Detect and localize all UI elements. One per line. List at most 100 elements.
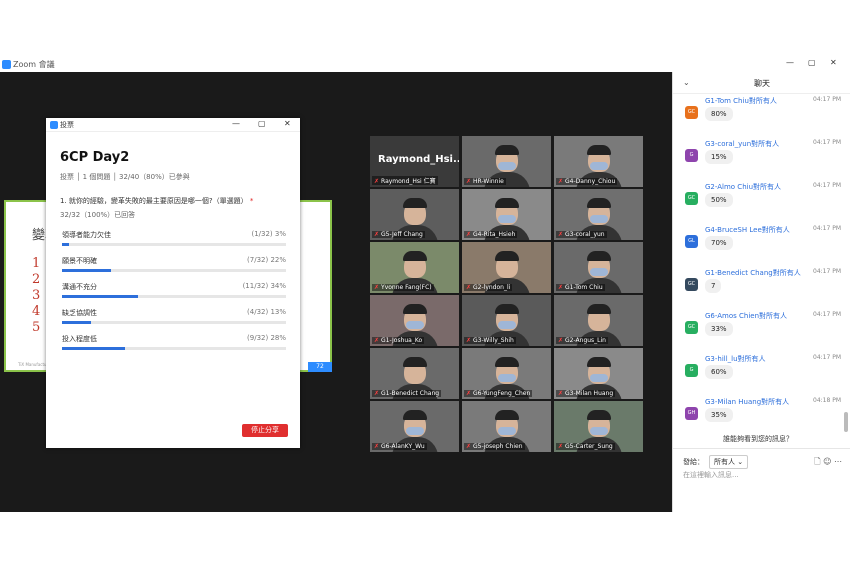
participant-hair — [587, 145, 611, 155]
video-tile[interactable]: ✗ G6-AlanKY_Wu — [370, 401, 459, 452]
video-tile[interactable]: ✗ G3-coral_yun — [554, 189, 643, 240]
slide-number: 3 — [32, 288, 41, 303]
video-tile[interactable]: Raymond_Hsi... ✗ Raymond_Hsi 仁寶 — [370, 136, 459, 187]
face-mask — [590, 268, 608, 276]
poll-minimize-button[interactable]: — — [232, 119, 240, 128]
poll-option-bar — [62, 269, 286, 272]
participant-hair — [495, 357, 519, 367]
avatar: GL — [685, 235, 698, 248]
participant-name-text: G2-lyndon_li — [473, 284, 511, 291]
participant-name: ✗ G2-Angus_Lin — [556, 337, 608, 344]
participant-name: ✗ Yvonne Fang(FC) — [372, 284, 434, 291]
poll-option: 溝通不充分 (11/32) 34% — [60, 282, 286, 306]
participant-hair — [587, 304, 611, 314]
chat-message: GC G1-Benedict Chang對所有人 04:17 PM 7 — [683, 268, 847, 308]
video-tile[interactable]: ✗ G1-Benedict Chang — [370, 348, 459, 399]
video-tile[interactable]: ✗ Yvonne Fang(FC) — [370, 242, 459, 293]
mic-muted-icon: ✗ — [558, 231, 564, 238]
slide-page-badge: 72 — [308, 362, 332, 372]
message-sender[interactable]: G3-coral_yun對所有人 — [705, 139, 779, 149]
message-text: 60% — [705, 365, 733, 379]
chat-scrollbar[interactable] — [844, 412, 848, 432]
chat-message: GL G4-BruceSH Lee對所有人 04:17 PM 70% — [683, 225, 847, 265]
message-sender[interactable]: G1-Tom Chiu對所有人 — [705, 96, 777, 106]
video-tile[interactable]: ✗ G1-Tom Chiu — [554, 242, 643, 293]
message-text: 15% — [705, 150, 733, 164]
poll-option-fill — [62, 243, 69, 246]
participant-hair — [587, 357, 611, 367]
app-title: Zoom 會議 — [13, 60, 55, 69]
poll-answered: 32/32（100%）已回答 — [60, 211, 136, 219]
participant-name: ✗ G3-Willy_Shih — [464, 337, 516, 344]
stop-share-button[interactable]: 停止分享 — [242, 424, 288, 437]
message-time: 04:17 PM — [813, 311, 841, 318]
participant-name: ✗ G2-lyndon_li — [464, 284, 513, 291]
message-sender[interactable]: G3-Milan Huang對所有人 — [705, 397, 789, 407]
message-sender[interactable]: G4-BruceSH Lee對所有人 — [705, 225, 790, 235]
video-tile[interactable]: ✗ G1-Joshua_Ko — [370, 295, 459, 346]
mic-muted-icon: ✗ — [374, 443, 380, 450]
participant-name: ✗ G5-joseph Chien — [464, 443, 525, 450]
participant-name-text: G1-Benedict Chang — [381, 390, 440, 397]
face-mask — [406, 427, 424, 435]
video-tile[interactable]: ✗ G4-Rita_Hsieh — [462, 189, 551, 240]
participant-hair — [403, 198, 427, 208]
video-tile[interactable]: ✗ G3-Milan Huang — [554, 348, 643, 399]
close-button[interactable]: ✕ — [830, 58, 837, 67]
avatar: GH — [685, 407, 698, 420]
poll-question-text: 1. 就你的經驗，變革失敗的最主要原因是哪一個?（單選題） — [60, 197, 248, 205]
avatar: GC — [685, 192, 698, 205]
video-tile[interactable]: ✗ G2-lyndon_li — [462, 242, 551, 293]
video-tile[interactable]: ✗ HR-Winnie — [462, 136, 551, 187]
video-tile[interactable]: ✗ G5-joseph Chien — [462, 401, 551, 452]
poll-option-value: (11/32) 34% — [242, 282, 286, 290]
poll-option-fill — [62, 269, 112, 272]
participant-name: ✗ G1-Joshua_Ko — [372, 337, 425, 344]
video-tile[interactable]: ✗ G4-Danny_Chiou — [554, 136, 643, 187]
mic-muted-icon: ✗ — [374, 390, 380, 397]
mic-muted-icon: ✗ — [558, 443, 564, 450]
message-sender[interactable]: G6-Amos Chien對所有人 — [705, 311, 787, 321]
recipient-dropdown[interactable]: 所有人 ⌄ — [709, 455, 749, 469]
participant-name-text: G3-Milan Huang — [565, 390, 614, 397]
avatar: G — [685, 149, 698, 162]
poll-maximize-button[interactable]: ▢ — [258, 119, 266, 128]
face-mask — [498, 374, 516, 382]
poll-close-button[interactable]: ✕ — [284, 119, 291, 128]
participant-name-text: G4-Danny_Chiou — [565, 178, 616, 185]
video-tile[interactable]: ✗ G5-Jeff Chang — [370, 189, 459, 240]
video-tile[interactable]: ✗ G6-YungFeng_Chen — [462, 348, 551, 399]
message-text: 50% — [705, 193, 733, 207]
video-tile[interactable]: ✗ G5-Carter_Sung — [554, 401, 643, 452]
message-text: 7 — [705, 279, 722, 293]
poll-question: 1. 就你的經驗，變革失敗的最主要原因是哪一個?（單選題） * — [60, 196, 292, 206]
participant-name: ✗ G1-Benedict Chang — [372, 390, 442, 397]
maximize-button[interactable]: ▢ — [808, 58, 816, 67]
chat-message: GC G2-Almo Chiu對所有人 04:17 PM 50% — [683, 182, 847, 222]
poll-app-icon — [50, 121, 58, 129]
message-time: 04:18 PM — [813, 397, 841, 404]
poll-option-bar — [62, 347, 286, 350]
message-sender[interactable]: G3-hill_lu對所有人 — [705, 354, 766, 364]
poll-option-label: 投入程度低 — [62, 335, 97, 343]
video-tile[interactable]: ✗ G2-Angus_Lin — [554, 295, 643, 346]
minimize-button[interactable]: — — [786, 58, 794, 67]
face-mask — [590, 215, 608, 223]
message-time: 04:17 PM — [813, 354, 841, 361]
slide-number: 1 — [32, 256, 41, 271]
slide-number: 5 — [32, 320, 41, 335]
poll-option-bar — [62, 321, 286, 324]
chat-tools-icons[interactable]: 🗋 ☺ ⋯ — [814, 456, 842, 470]
video-tile[interactable]: ✗ G3-Willy_Shih — [462, 295, 551, 346]
message-time: 04:17 PM — [813, 268, 841, 275]
message-sender[interactable]: G2-Almo Chiu對所有人 — [705, 182, 781, 192]
participant-name-text: G5-Jeff Chang — [381, 231, 423, 238]
face-mask — [498, 427, 516, 435]
message-sender[interactable]: G1-Benedict Chang對所有人 — [705, 268, 801, 278]
required-mark: * — [249, 197, 254, 205]
participant-name-text: G1-Joshua_Ko — [381, 337, 423, 344]
participant-name: ✗ G4-Rita_Hsieh — [464, 231, 518, 238]
participant-hair — [587, 198, 611, 208]
who-can-see-link[interactable]: 誰能夠看到您的訊息？ — [673, 434, 843, 444]
chat-input[interactable]: 在這裡輸入訊息... — [683, 470, 739, 480]
